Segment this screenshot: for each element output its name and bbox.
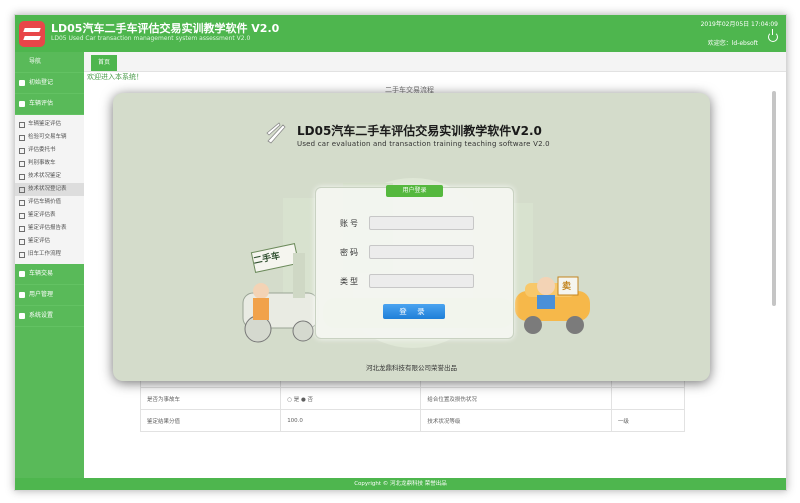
brand-logo-icon bbox=[266, 122, 286, 144]
login-panel: 用户登录 账号 密码 类型 登 录 bbox=[315, 185, 514, 339]
account-label: 账号 bbox=[340, 219, 360, 228]
account-input[interactable] bbox=[369, 216, 474, 230]
type-select[interactable] bbox=[369, 274, 474, 288]
modal-subtitle: Used car evaluation and transaction trai… bbox=[297, 140, 550, 148]
login-tab: 用户登录 bbox=[386, 185, 443, 197]
account-row: 账号 bbox=[336, 216, 506, 230]
password-row: 密码 bbox=[336, 245, 506, 259]
sign-sell: 卖 bbox=[562, 282, 572, 292]
password-input[interactable] bbox=[369, 245, 474, 259]
type-row: 类型 bbox=[336, 274, 506, 288]
password-label: 密码 bbox=[340, 248, 360, 257]
type-label: 类型 bbox=[340, 277, 360, 286]
login-modal: LD05汽车二手车评估交易实训教学软件V2.0 Used car evaluat… bbox=[113, 93, 710, 381]
login-button[interactable]: 登 录 bbox=[383, 304, 445, 319]
modal-copyright: 河北龙鼎科技有限公司荣誉出品 bbox=[366, 364, 457, 372]
modal-title: LD05汽车二手车评估交易实训教学软件V2.0 bbox=[297, 124, 542, 138]
